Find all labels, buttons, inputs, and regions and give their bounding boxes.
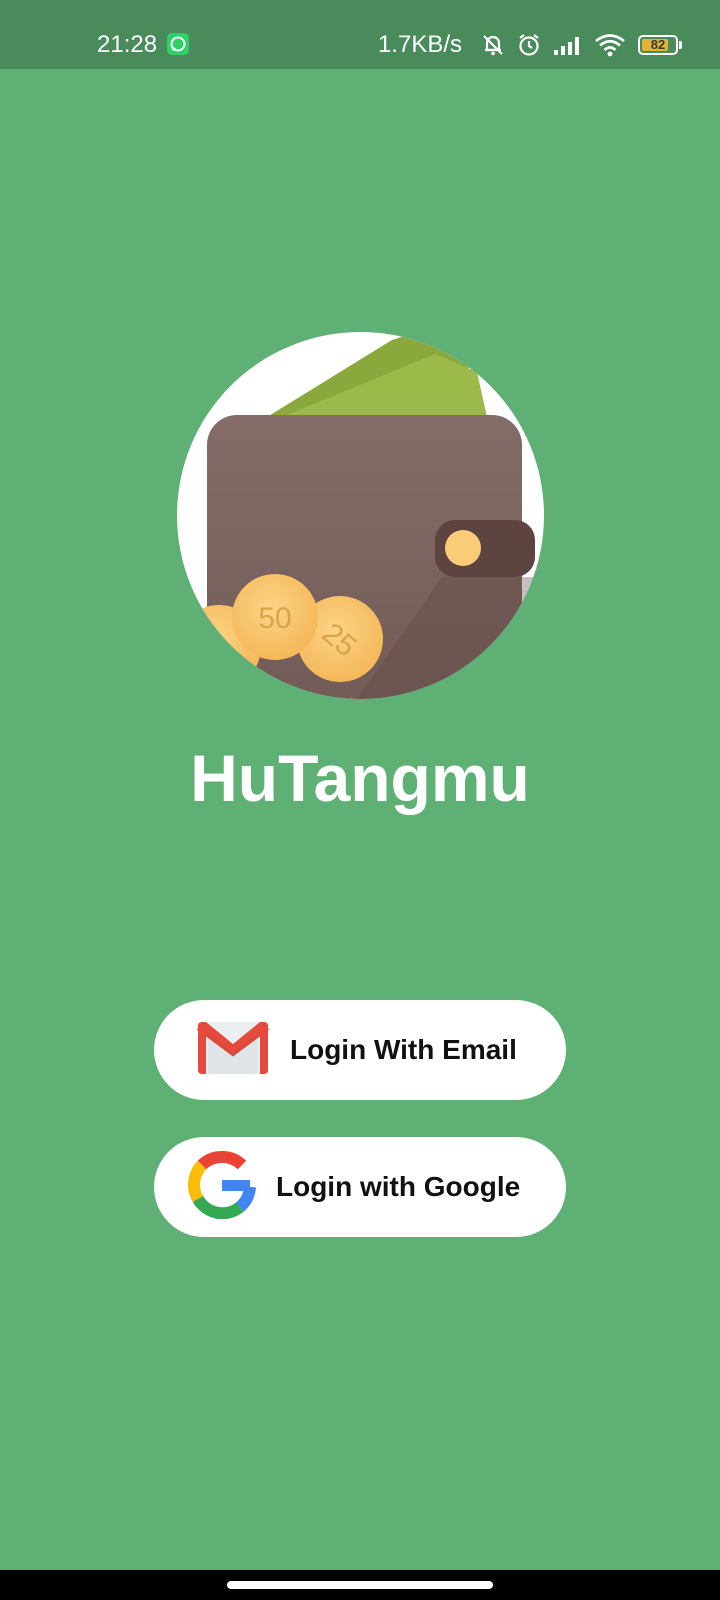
bell-muted-icon <box>480 32 506 58</box>
battery-level: 82 <box>650 37 666 52</box>
login-email-button[interactable]: Login With Email <box>154 1000 566 1100</box>
wifi-icon <box>594 32 626 58</box>
network-speed: 1.7KB/s <box>377 31 462 58</box>
coin-50-label: 50 <box>258 602 291 635</box>
navigation-bar <box>0 1570 720 1600</box>
google-icon <box>188 1150 256 1224</box>
battery-icon: 82 <box>638 35 678 55</box>
alarm-icon <box>516 32 542 58</box>
home-indicator[interactable] <box>227 1581 493 1589</box>
login-google-label: Login with Google <box>276 1171 521 1202</box>
login-email-label: Login With Email <box>290 1034 517 1065</box>
app-title: HuTangmu <box>190 741 530 815</box>
whatsapp-icon <box>167 33 189 55</box>
gmail-icon <box>196 1020 270 1081</box>
clasp-button <box>445 530 481 566</box>
battery-nub <box>679 41 682 49</box>
wallet-logo: 0 25 50 <box>177 332 544 699</box>
status-time: 21:28 <box>97 31 158 58</box>
status-icons: 1.7KB/s 82 <box>378 30 682 60</box>
signal-icon <box>552 32 584 58</box>
status-bar: 21:28 1.7KB/s 82 <box>0 0 720 69</box>
login-google-button[interactable]: Login with Google <box>154 1137 566 1237</box>
